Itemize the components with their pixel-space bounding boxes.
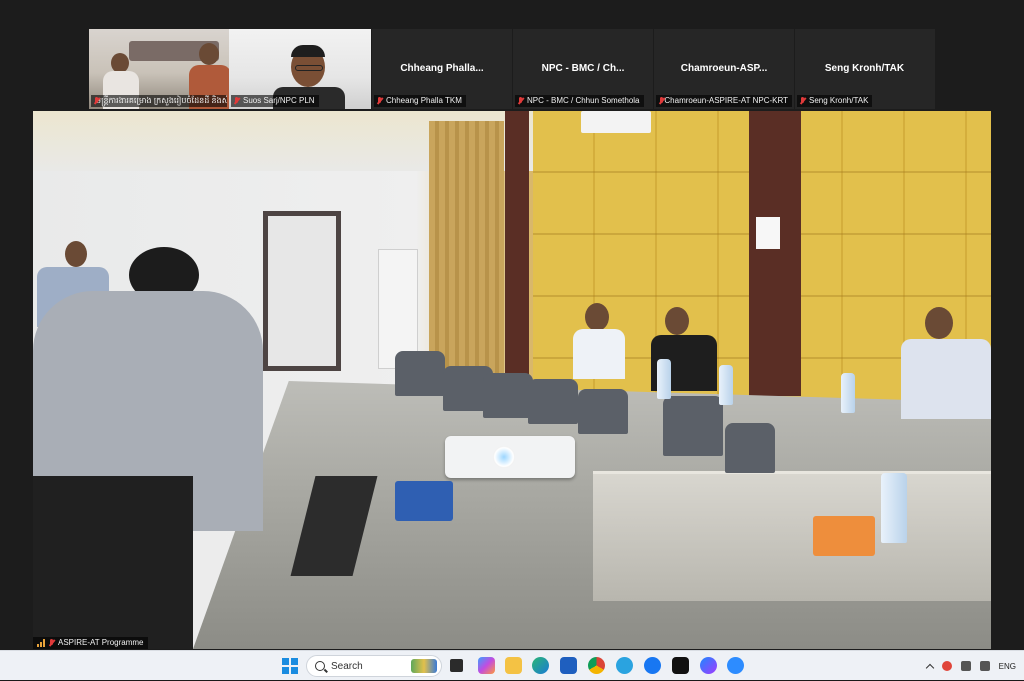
tiktok-icon[interactable] (672, 657, 689, 674)
chair (395, 351, 445, 396)
main-speaker-caption: ASPIRE-AT Programme (33, 637, 148, 649)
zoom-meeting-window: មន្ត្រីការងារគម្រោង ក្រសួងរៀបចំដែនដី និង… (0, 0, 1024, 650)
mic-muted-icon (376, 97, 383, 105)
microsoft-store-icon[interactable] (560, 657, 577, 674)
water-bottle (719, 365, 733, 405)
mic-muted-icon (48, 639, 55, 647)
standing-person (33, 476, 193, 649)
file-explorer-icon[interactable] (505, 657, 522, 674)
participant-tile-5[interactable]: Chamroeun-ASP... Chamroeun-ASPIRE-AT NPC… (653, 29, 794, 109)
search-highlight-icon (411, 659, 437, 673)
participant-tile-3[interactable]: Chheang Phalla... Chheang Phalla TKM (371, 29, 512, 109)
chair (483, 373, 533, 418)
room-door (263, 211, 341, 371)
chair (578, 389, 628, 434)
tray-app-icon[interactable] (941, 661, 952, 671)
attendee (573, 329, 625, 379)
water-bottle (881, 473, 907, 543)
edge-icon[interactable] (532, 657, 549, 674)
water-bottle (657, 359, 671, 399)
participant-caption: មន្ត្រីការងារគម្រោង ក្រសួងរៀបចំដែនដី និង… (91, 95, 227, 107)
windows-taskbar: Search ENG (0, 650, 1024, 680)
projector-lens (493, 446, 515, 468)
wall-air-conditioner (581, 111, 651, 133)
chair (528, 379, 578, 424)
projector (445, 436, 575, 478)
attendee (925, 307, 953, 339)
messenger-icon[interactable] (700, 657, 717, 674)
mic-muted-icon (233, 97, 240, 105)
mic-muted-icon (799, 97, 806, 105)
mic-muted-icon (517, 97, 524, 105)
participant-tile-1[interactable]: មន្ត្រីការងារគម្រោង ក្រសួងរៀបចំដែនដី និង… (89, 29, 229, 109)
system-tray: ENG (925, 651, 1016, 681)
tissue-box (813, 516, 875, 556)
windows-start-icon[interactable] (282, 658, 298, 674)
language-indicator[interactable]: ENG (999, 662, 1016, 671)
copilot-icon[interactable] (478, 657, 495, 674)
attendee (585, 303, 609, 331)
mic-muted-icon (658, 97, 664, 105)
participant-display-name: NPC - BMC / Ch... (541, 63, 625, 74)
wall-notice (756, 217, 780, 249)
participant-caption: Seng Kronh/TAK (797, 95, 873, 107)
conference-table-edge (593, 471, 991, 601)
participant-caption: NPC - BMC / Chhun Somethola (515, 95, 644, 107)
blue-box (395, 481, 453, 521)
participant-display-name: Chheang Phalla... (400, 63, 484, 74)
attendee (901, 339, 991, 419)
facebook-icon[interactable] (644, 657, 661, 674)
search-label: Search (331, 660, 363, 672)
participant-tile-6[interactable]: Seng Kronh/TAK Seng Kronh/TAK (794, 29, 934, 109)
chair (663, 396, 723, 456)
room-pillar (505, 111, 529, 381)
zoom-icon[interactable] (727, 657, 744, 674)
participant-caption: Chheang Phalla TKM (374, 95, 466, 107)
attendee (665, 307, 689, 335)
chair (725, 423, 775, 473)
participant-display-name: Chamroeun-ASP... (680, 63, 768, 74)
participant-strip: មន្ត្រីការងារគម្រោង ក្រសួងរៀបចំដែនដី និង… (89, 29, 935, 109)
search-icon (315, 661, 325, 671)
task-view-icon[interactable] (450, 659, 463, 672)
main-speaker-video[interactable] (33, 111, 991, 649)
volume-icon[interactable] (979, 661, 990, 671)
participant-caption: Suos Sarj/NPC PLN (231, 95, 319, 107)
room-curtain (429, 121, 504, 381)
chrome-icon[interactable] (588, 657, 605, 674)
connection-signal-icon (37, 639, 45, 647)
participant-tile-4[interactable]: NPC - BMC / Ch... NPC - BMC / Chhun Some… (512, 29, 653, 109)
chevron-up-icon[interactable] (925, 663, 934, 672)
network-icon[interactable] (960, 661, 971, 671)
room-pillar (749, 111, 801, 396)
participant-caption: Chamroeun-ASPIRE-AT NPC-KRT (656, 95, 792, 107)
participant-tile-2[interactable]: Suos Sarj/NPC PLN (229, 29, 371, 109)
taskbar-search-box[interactable]: Search (306, 655, 442, 677)
water-bottle (841, 373, 855, 413)
attendee (65, 241, 87, 267)
telegram-icon[interactable] (616, 657, 633, 674)
participant-display-name: Seng Kronh/TAK (824, 63, 905, 74)
